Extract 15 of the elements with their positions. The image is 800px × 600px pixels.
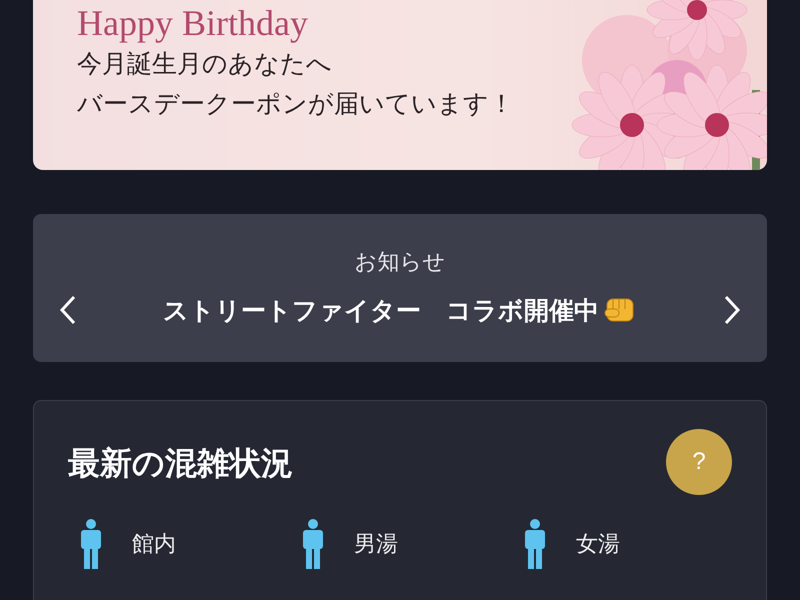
banner-text: 今月誕生月のあなたへ	[77, 49, 333, 80]
notice-message[interactable]: ストリートファイター コラボ開催中	[163, 294, 599, 326]
person-icon	[302, 519, 324, 569]
area-label: 男湯	[354, 530, 398, 558]
banner-title: Happy Birthday	[77, 2, 309, 44]
area-label: 女湯	[576, 530, 620, 558]
card-title: 最新の混雑状況	[68, 444, 293, 483]
banner-text: バースデークーポンが届いています！	[77, 89, 514, 120]
person-icon	[524, 519, 546, 569]
birthday-banner[interactable]: Happy Birthday 今月誕生月のあなたへ バースデークーポンが届いています！	[33, 0, 767, 170]
area-label: 館内	[132, 530, 176, 558]
chevron-right-icon	[723, 295, 741, 325]
notice-heading: お知らせ	[354, 248, 446, 276]
chevron-left-icon	[59, 295, 77, 325]
person-icon	[80, 519, 102, 569]
